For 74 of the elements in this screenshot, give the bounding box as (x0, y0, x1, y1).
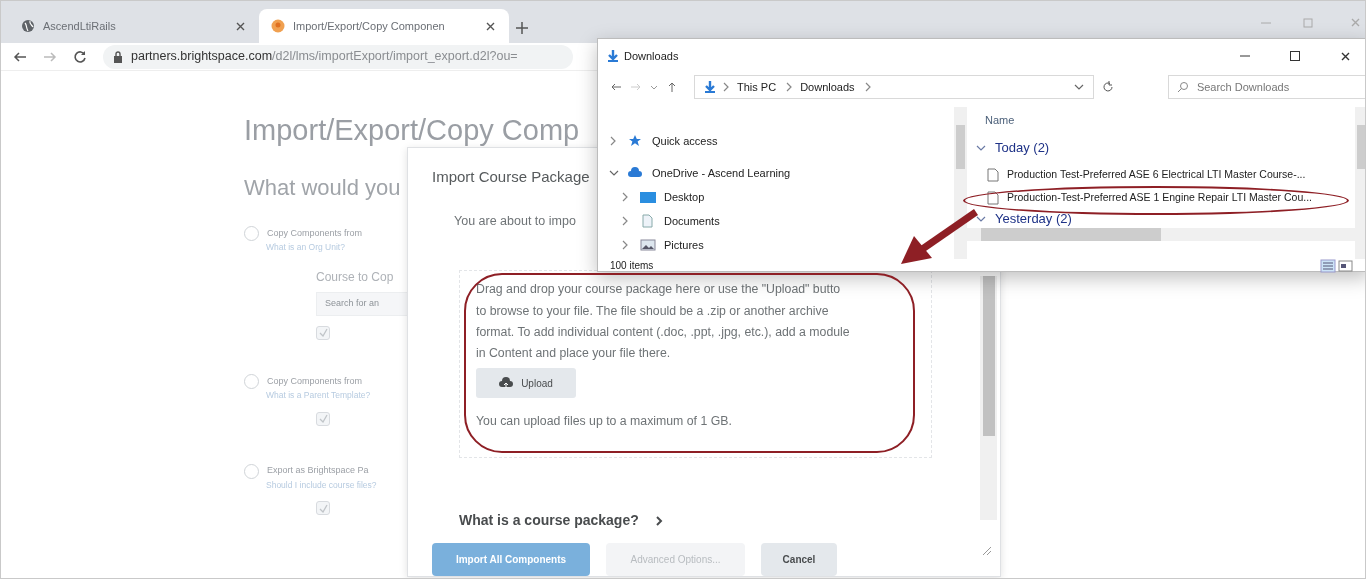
search-icon (1176, 81, 1189, 93)
checkbox[interactable] (316, 501, 330, 516)
chevron-right-icon (784, 81, 793, 93)
download-folder-icon (606, 49, 620, 63)
browser-tab[interactable]: AscendLtiRails (9, 9, 259, 43)
radio-button[interactable] (244, 463, 259, 479)
window-title: Downloads (624, 48, 680, 64)
check-icon (318, 328, 328, 338)
chevron-right-icon (721, 81, 729, 93)
scrollbar[interactable] (980, 276, 997, 520)
cloud-upload-icon (499, 377, 514, 390)
upload-limit-text: You can upload files up to a maximum of 1 GB. (476, 413, 733, 431)
nav-item[interactable]: Desktop (608, 185, 954, 209)
option-label: Export as Brightspace Pa (267, 464, 369, 478)
resize-grip-icon[interactable] (982, 546, 992, 556)
page-title: Import/Export/Copy Comp (244, 115, 580, 145)
back-icon[interactable] (610, 81, 622, 93)
document-icon (640, 214, 656, 228)
field-label: Course to Cop (316, 268, 394, 286)
check-icon (318, 414, 328, 423)
radio-button[interactable] (244, 226, 259, 241)
breadcrumb-item[interactable]: This PC (733, 78, 781, 96)
help-link[interactable]: What is a course package? (459, 510, 639, 532)
group-header[interactable]: Today (2) (967, 133, 1355, 163)
search-field[interactable]: Search Downloads (1167, 75, 1365, 99)
site-icon (271, 19, 285, 33)
scrollbar[interactable] (954, 107, 967, 259)
scrollbar[interactable] (1355, 107, 1365, 259)
cancel-button[interactable]: Cancel (761, 543, 837, 577)
view-toggle-icon[interactable] (1320, 259, 1354, 273)
address-bar[interactable]: This PC Downloads (694, 75, 1094, 99)
tab-title: AscendLtiRails (43, 18, 117, 34)
globe-icon (21, 19, 35, 33)
nav-item[interactable]: Documents (608, 209, 954, 233)
group-header[interactable]: Yesterday (2) (967, 209, 1355, 228)
browser-tab[interactable]: Import/Export/Copy Componen (259, 9, 509, 43)
option-label: Copy Components from (267, 374, 363, 388)
check-icon (318, 503, 328, 513)
upload-button[interactable]: Upload (476, 368, 576, 399)
status-text: 100 items (609, 260, 654, 272)
url-text: partners.brightspace.com/d2l/lms/importExport/import_export.d2l?ou= (131, 48, 518, 66)
back-icon[interactable] (13, 49, 27, 64)
address-bar[interactable]: partners.brightspace.com/d2l/lms/importExport/import_export.d2l?ou= (103, 44, 573, 69)
reload-icon[interactable] (73, 49, 87, 64)
file-icon (987, 190, 999, 205)
dropdown-icon[interactable] (650, 83, 658, 91)
section-heading: What would you (244, 174, 401, 202)
download-folder-icon (703, 80, 717, 94)
forward-icon[interactable] (43, 49, 57, 64)
chevron-right-icon (654, 514, 663, 527)
nav-item[interactable]: Pictures (608, 233, 954, 257)
forward-icon[interactable] (630, 81, 642, 93)
file-icon (987, 167, 999, 182)
cloud-icon (628, 166, 644, 180)
nav-item[interactable]: Quick access (608, 129, 954, 153)
pictures-icon (640, 238, 656, 252)
file-row[interactable]: Production-Test-Preferred ASE 1 Engine Repair LTI Master Cou... (967, 186, 1355, 209)
option-label: Copy Components from (267, 226, 363, 240)
checkbox[interactable] (316, 411, 330, 426)
up-icon[interactable] (666, 81, 678, 93)
refresh-icon[interactable] (1101, 81, 1114, 93)
desktop-icon (640, 190, 656, 204)
column-header[interactable]: Name (967, 107, 1355, 133)
radio-button[interactable] (244, 373, 259, 389)
drop-instructions: Drag and drop your course package here or use the "Upload" butto to browse to your file. The file should be a .zip or another archive format. To add individual content (.doc, .ppt, .jpg, etc.), add a module in Content and place your file there. (476, 281, 851, 363)
nav-item[interactable]: OneDrive - Ascend Learning (608, 161, 954, 185)
tab-title: Import/Export/Copy Componen (293, 18, 446, 34)
breadcrumb-item[interactable]: Downloads (796, 78, 859, 96)
file-row[interactable]: Production Test-Preferred ASE 6 Electrical LTI Master Course-... (967, 163, 1355, 186)
intro-text: You are about to impo (454, 212, 576, 230)
maximize-icon (1289, 50, 1301, 62)
checkbox[interactable] (316, 325, 330, 340)
lock-icon (113, 50, 123, 63)
dialog-title: Import Course Package (432, 167, 590, 187)
